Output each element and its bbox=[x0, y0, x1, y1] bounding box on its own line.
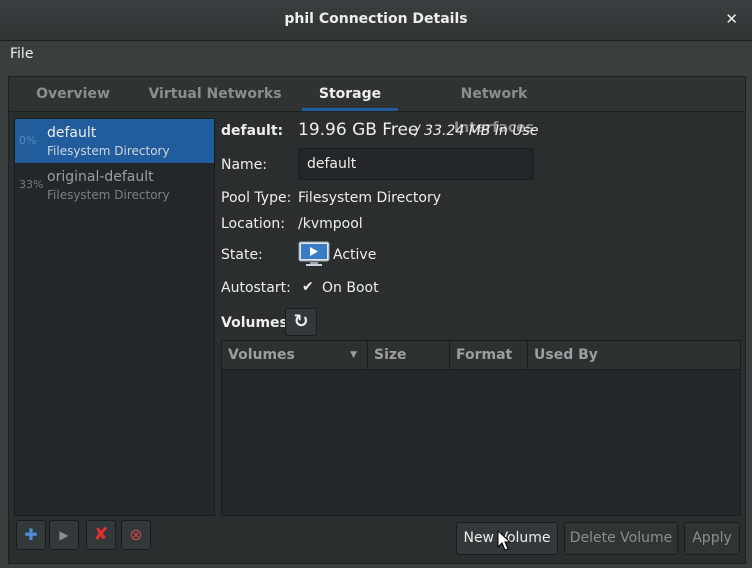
tab-overview[interactable]: Overview bbox=[23, 77, 123, 111]
pool-type: Filesystem Directory bbox=[47, 188, 170, 202]
pool-in-use: / 33.24 MB In Use bbox=[415, 123, 539, 139]
monitor-play-icon bbox=[298, 241, 330, 266]
menu-bar: File bbox=[0, 41, 752, 69]
start-pool-button[interactable]: ▶ bbox=[49, 520, 79, 550]
pool-usage-percent: 33% bbox=[19, 178, 44, 191]
delete-x-icon: ✘ bbox=[93, 524, 109, 545]
volumes-label: Volumes bbox=[221, 315, 288, 331]
mouse-cursor-icon bbox=[497, 530, 512, 551]
delete-pool-button[interactable]: ✘ bbox=[86, 520, 116, 550]
location-value: /kvmpool bbox=[298, 216, 363, 232]
stop-pool-button[interactable]: ⊗ bbox=[121, 520, 151, 550]
pool-name: default bbox=[47, 125, 97, 141]
pool-name: original-default bbox=[47, 169, 154, 185]
stop-icon: ⊗ bbox=[129, 525, 143, 544]
autostart-label: Autostart: bbox=[221, 280, 291, 296]
tab-network-interfaces[interactable]: Network Interfaces bbox=[419, 77, 569, 136]
column-header-volumes[interactable]: Volumes ▼ bbox=[222, 341, 368, 369]
close-icon[interactable]: ✕ bbox=[725, 10, 738, 28]
window-title: phil Connection Details bbox=[284, 11, 468, 27]
pool-header-label: default: bbox=[221, 123, 284, 139]
sort-down-icon: ▼ bbox=[350, 350, 357, 360]
location-label: Location: bbox=[221, 216, 285, 232]
volumes-table[interactable]: Volumes ▼ Size Format Used By bbox=[221, 340, 741, 516]
play-icon: ▶ bbox=[59, 528, 69, 542]
pool-item-default[interactable]: 0% default Filesystem Directory bbox=[15, 119, 214, 163]
title-bar: phil Connection Details ✕ bbox=[0, 0, 752, 41]
menu-file[interactable]: File bbox=[10, 46, 33, 62]
autostart-value: On Boot bbox=[322, 280, 379, 296]
state-value: Active bbox=[333, 247, 377, 263]
tab-bar: Overview Virtual Networks Storage Networ… bbox=[9, 77, 745, 136]
state-label: State: bbox=[221, 247, 263, 263]
pool-type-value: Filesystem Directory bbox=[298, 190, 442, 206]
notebook: Overview Virtual Networks Storage Networ… bbox=[8, 76, 746, 564]
pool-free-space: 19.96 GB Free bbox=[298, 120, 419, 140]
tab-storage[interactable]: Storage bbox=[302, 77, 398, 111]
add-pool-button[interactable]: ✚ bbox=[16, 520, 46, 550]
volumes-table-header: Volumes ▼ Size Format Used By bbox=[222, 341, 740, 370]
autostart-checkbox[interactable]: ✔ bbox=[302, 280, 316, 294]
storage-pool-list[interactable]: 0% default Filesystem Directory 33% orig… bbox=[14, 118, 215, 516]
delete-volume-button[interactable]: Delete Volume bbox=[564, 522, 678, 555]
column-header-size[interactable]: Size bbox=[368, 341, 450, 369]
pool-type: Filesystem Directory bbox=[47, 144, 170, 158]
tab-virtual-networks[interactable]: Virtual Networks bbox=[147, 77, 283, 111]
column-header-format[interactable]: Format bbox=[450, 341, 528, 369]
pool-type-label: Pool Type: bbox=[221, 190, 292, 206]
name-label: Name: bbox=[221, 157, 268, 173]
pool-item-original-default[interactable]: 33% original-default Filesystem Director… bbox=[15, 163, 214, 207]
pool-name-field[interactable]: default bbox=[298, 148, 534, 180]
apply-button[interactable]: Apply bbox=[684, 522, 740, 555]
plus-icon: ✚ bbox=[24, 525, 38, 544]
refresh-icon: ↻ bbox=[293, 311, 309, 332]
pool-usage-percent: 0% bbox=[19, 134, 37, 147]
refresh-volumes-button[interactable]: ↻ bbox=[285, 308, 317, 336]
column-header-used-by[interactable]: Used By bbox=[528, 341, 740, 369]
